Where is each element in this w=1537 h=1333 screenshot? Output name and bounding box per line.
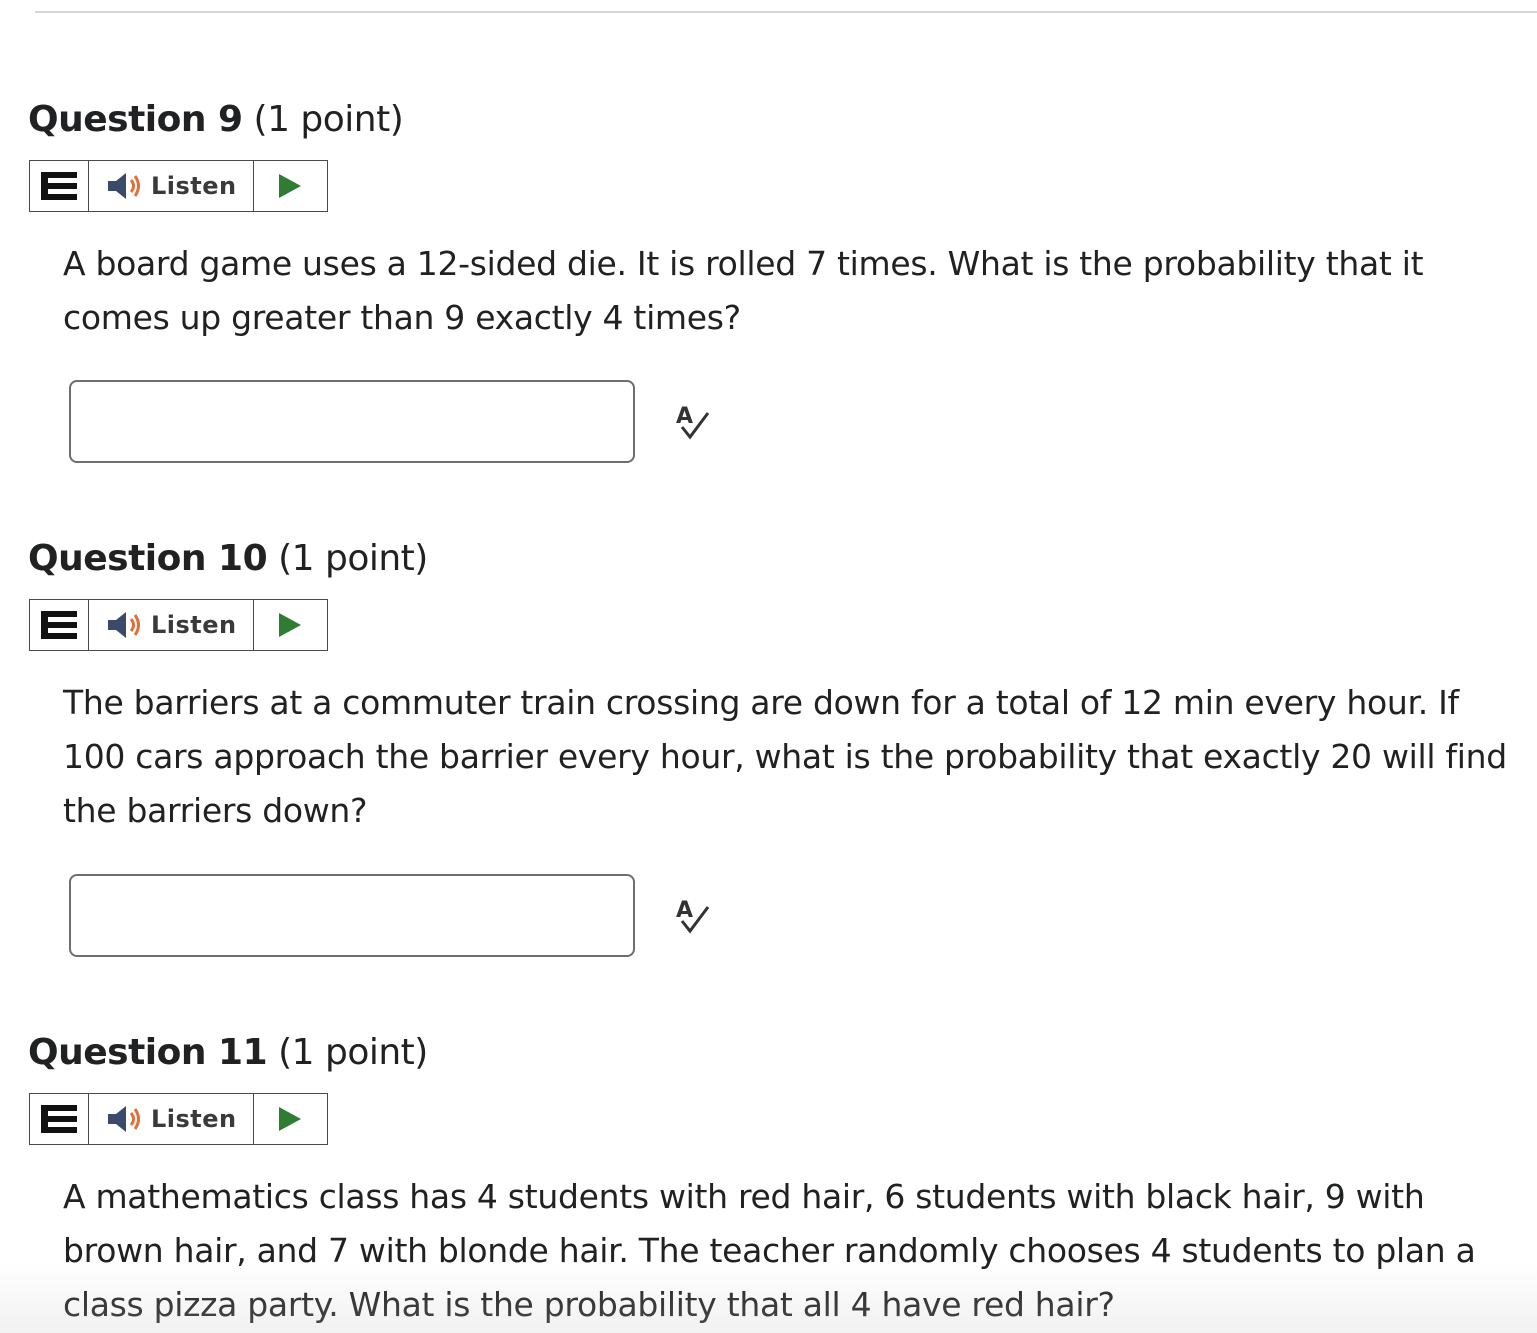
answer-input[interactable] xyxy=(69,874,635,957)
listen-button[interactable]: Listen xyxy=(89,600,254,650)
listen-button[interactable]: Listen xyxy=(89,1094,254,1144)
listen-toolbar: Listen xyxy=(29,1093,328,1145)
question-text: The barriers at a commuter train crossin… xyxy=(63,683,1507,830)
question-title: Question 9 (1 point) xyxy=(28,98,404,142)
listen-toolbar: Listen xyxy=(29,160,328,212)
play-icon xyxy=(279,1107,301,1131)
question-title: Question 11 (1 point) xyxy=(28,1031,428,1075)
question-title: Question 10 (1 point) xyxy=(28,537,428,581)
listen-button[interactable]: Listen xyxy=(89,161,254,211)
answer-input[interactable] xyxy=(69,380,635,463)
spellcheck-icon[interactable]: A xyxy=(672,895,714,937)
hamburger-menu-icon xyxy=(41,172,77,200)
svg-text:A: A xyxy=(676,898,693,923)
play-button[interactable] xyxy=(254,1094,327,1144)
question-text: A mathematics class has 4 students with … xyxy=(63,1177,1476,1324)
hamburger-menu-icon xyxy=(41,611,77,639)
spellcheck-icon[interactable]: A xyxy=(672,401,714,443)
svg-text:A: A xyxy=(676,404,693,429)
listen-menu-button[interactable] xyxy=(30,161,89,211)
question-number: Question 9 xyxy=(28,99,243,140)
listen-menu-button[interactable] xyxy=(30,1094,89,1144)
play-icon xyxy=(279,613,301,637)
listen-toolbar: Listen xyxy=(29,599,328,651)
hamburger-menu-icon xyxy=(41,1105,77,1133)
question-points: (1 point) xyxy=(253,99,404,140)
question-number: Question 10 xyxy=(28,538,268,579)
speaker-icon xyxy=(108,1106,140,1132)
play-button[interactable] xyxy=(254,161,327,211)
listen-label: Listen xyxy=(151,1105,237,1133)
listen-menu-button[interactable] xyxy=(30,600,89,650)
question-number: Question 11 xyxy=(28,1032,268,1073)
question-points: (1 point) xyxy=(278,1032,428,1073)
listen-label: Listen xyxy=(151,611,237,639)
listen-label: Listen xyxy=(151,172,237,200)
top-divider xyxy=(35,11,1537,13)
speaker-icon xyxy=(108,612,140,638)
question-text: A board game uses a 12-sided die. It is … xyxy=(63,244,1424,337)
question-points: (1 point) xyxy=(278,538,428,579)
play-button[interactable] xyxy=(254,600,327,650)
speaker-icon xyxy=(108,173,140,199)
play-icon xyxy=(279,174,301,198)
